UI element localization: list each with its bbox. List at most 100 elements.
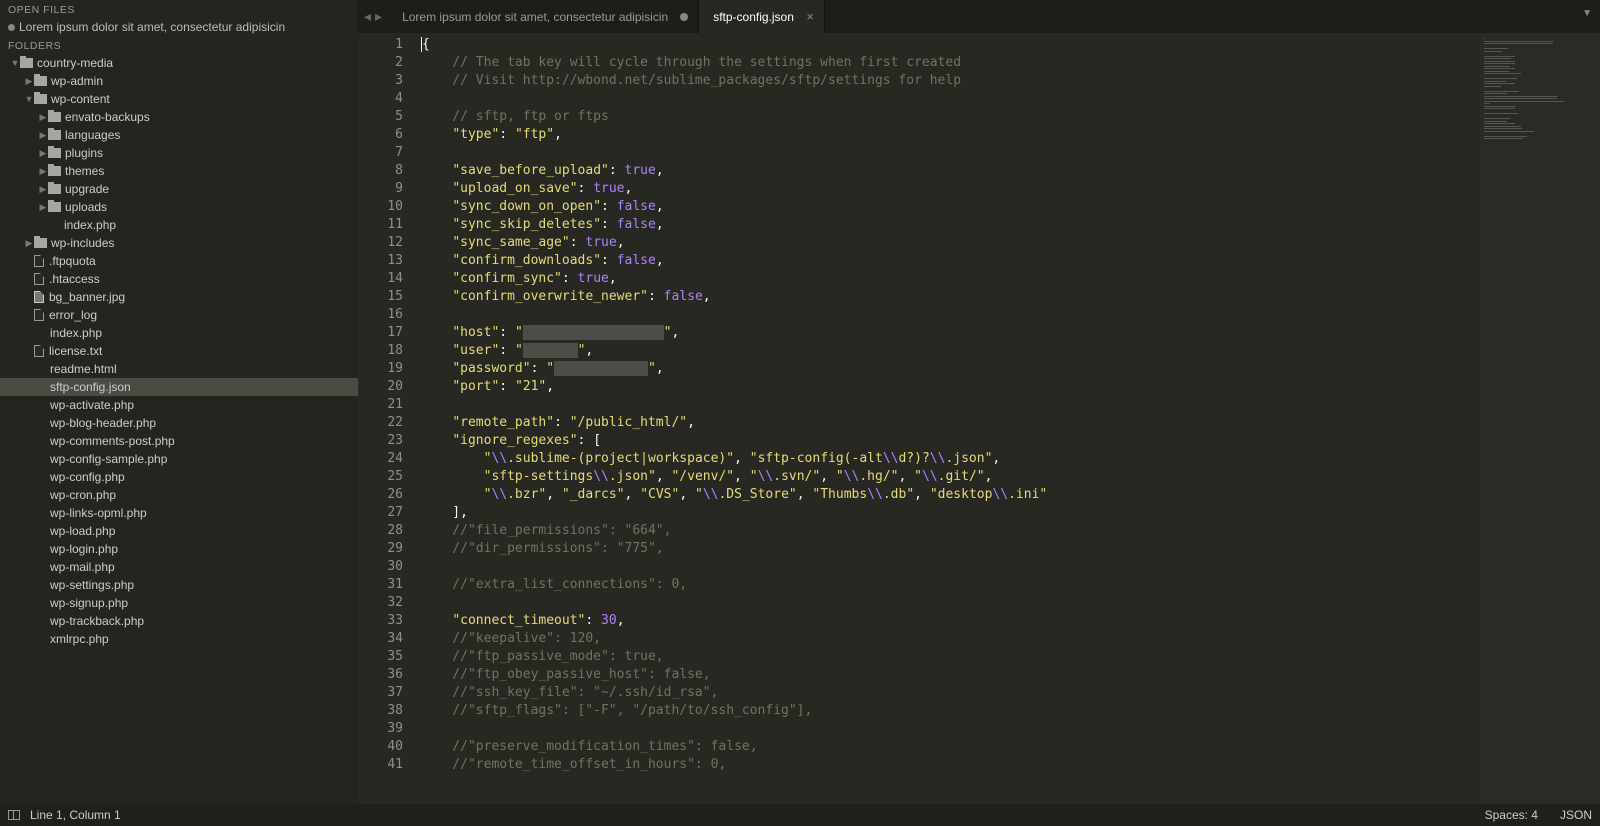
code-line[interactable]: "port": "21", <box>421 378 1480 396</box>
file-node[interactable]: index.php <box>0 216 358 234</box>
code-line[interactable]: "\\.bzr", "_darcs", "CVS", "\\.DS_Store"… <box>421 486 1480 504</box>
code-line[interactable]: //"keepalive": 120, <box>421 630 1480 648</box>
code-editor[interactable]: 1234567891011121314151617181920212223242… <box>358 33 1600 804</box>
code-line[interactable]: //"file_permissions": "664", <box>421 522 1480 540</box>
file-node[interactable]: wp-trackback.php <box>0 612 358 630</box>
file-node[interactable]: wp-config-sample.php <box>0 450 358 468</box>
code-line[interactable]: { <box>421 36 1480 54</box>
code-line[interactable]: "user": "xxxxxxx", <box>421 342 1480 360</box>
status-indent[interactable]: Spaces: 4 <box>1485 808 1538 822</box>
folder-tree[interactable]: ▼country-media▶wp-admin▼wp-content▶envat… <box>0 54 358 804</box>
code-line[interactable] <box>421 558 1480 576</box>
code-line[interactable]: "sync_skip_deletes": false, <box>421 216 1480 234</box>
code-line[interactable]: "\\.sublime-(project|workspace)", "sftp-… <box>421 450 1480 468</box>
code-line[interactable]: "password": "xxxxxxxxxxxx", <box>421 360 1480 378</box>
file-node[interactable]: bg_banner.jpg <box>0 288 358 306</box>
open-file-item[interactable]: Lorem ipsum dolor sit amet, consectetur … <box>0 18 358 36</box>
code-line[interactable] <box>421 720 1480 738</box>
code-line[interactable]: "save_before_upload": true, <box>421 162 1480 180</box>
code-line[interactable]: "upload_on_save": true, <box>421 180 1480 198</box>
file-node[interactable]: wp-login.php <box>0 540 358 558</box>
disclosure-icon[interactable]: ▶ <box>38 166 48 177</box>
code-line[interactable]: "sftp-settings\\.json", "/venv/", "\\.sv… <box>421 468 1480 486</box>
file-node[interactable]: wp-signup.php <box>0 594 358 612</box>
folder-node[interactable]: ▶upgrade <box>0 180 358 198</box>
code-line[interactable]: "confirm_downloads": false, <box>421 252 1480 270</box>
disclosure-icon[interactable]: ▶ <box>38 130 48 141</box>
folder-node[interactable]: ▶wp-includes <box>0 234 358 252</box>
status-syntax[interactable]: JSON <box>1560 808 1592 822</box>
disclosure-icon[interactable]: ▶ <box>38 202 48 213</box>
file-node[interactable]: wp-links-opml.php <box>0 504 358 522</box>
code-line[interactable]: "host": "xxxxxxxxxxxxxxxxxx", <box>421 324 1480 342</box>
file-node[interactable]: wp-comments-post.php <box>0 432 358 450</box>
folder-node[interactable]: ▶wp-admin <box>0 72 358 90</box>
code-line[interactable] <box>421 594 1480 612</box>
panel-switcher-icon[interactable] <box>8 810 20 820</box>
folder-node[interactable]: ▶plugins <box>0 144 358 162</box>
code-line[interactable]: //"ssh_key_file": "~/.ssh/id_rsa", <box>421 684 1480 702</box>
file-node[interactable]: sftp-config.json <box>0 378 358 396</box>
folder-node[interactable]: ▼wp-content <box>0 90 358 108</box>
file-node[interactable]: wp-activate.php <box>0 396 358 414</box>
tree-item-label: wp-config.php <box>50 470 125 484</box>
disclosure-icon[interactable]: ▼ <box>24 94 34 104</box>
code-line[interactable]: //"preserve_modification_times": false, <box>421 738 1480 756</box>
file-node[interactable]: index.php <box>0 324 358 342</box>
file-node[interactable]: license.txt <box>0 342 358 360</box>
code-line[interactable] <box>421 90 1480 108</box>
file-node[interactable]: wp-cron.php <box>0 486 358 504</box>
code-line[interactable]: "sync_down_on_open": false, <box>421 198 1480 216</box>
code-line[interactable]: //"extra_list_connections": 0, <box>421 576 1480 594</box>
folder-node[interactable]: ▶envato-backups <box>0 108 358 126</box>
code-line[interactable]: "ignore_regexes": [ <box>421 432 1480 450</box>
file-node[interactable]: readme.html <box>0 360 358 378</box>
close-icon[interactable]: × <box>806 9 814 24</box>
editor-tab[interactable]: Lorem ipsum dolor sit amet, consectetur … <box>388 0 699 33</box>
nav-forward-icon[interactable]: ▸ <box>375 8 382 25</box>
code-line[interactable]: "connect_timeout": 30, <box>421 612 1480 630</box>
code-line[interactable]: "sync_same_age": true, <box>421 234 1480 252</box>
disclosure-icon[interactable]: ▶ <box>38 148 48 159</box>
code-line[interactable]: //"remote_time_offset_in_hours": 0, <box>421 756 1480 774</box>
code-line[interactable]: //"ftp_passive_mode": true, <box>421 648 1480 666</box>
code-line[interactable] <box>421 306 1480 324</box>
code-line[interactable]: // The tab key will cycle through the se… <box>421 54 1480 72</box>
disclosure-icon[interactable]: ▶ <box>38 112 48 123</box>
code-line[interactable]: // Visit http://wbond.net/sublime_packag… <box>421 72 1480 90</box>
code-line[interactable]: ], <box>421 504 1480 522</box>
nav-back-icon[interactable]: ◂ <box>364 8 371 25</box>
folder-node[interactable]: ▶uploads <box>0 198 358 216</box>
code-line[interactable]: "remote_path": "/public_html/", <box>421 414 1480 432</box>
code-line[interactable]: "type": "ftp", <box>421 126 1480 144</box>
code-line[interactable]: // sftp, ftp or ftps <box>421 108 1480 126</box>
tab-dropdown-icon[interactable]: ▼ <box>1582 8 1592 19</box>
file-node[interactable]: wp-load.php <box>0 522 358 540</box>
code-line[interactable] <box>421 396 1480 414</box>
disclosure-icon[interactable]: ▶ <box>38 184 48 195</box>
editor-tab[interactable]: sftp-config.json× <box>699 0 825 33</box>
status-position[interactable]: Line 1, Column 1 <box>30 808 121 822</box>
file-node[interactable]: error_log <box>0 306 358 324</box>
code-line[interactable] <box>421 144 1480 162</box>
disclosure-icon[interactable]: ▼ <box>10 58 20 68</box>
file-node[interactable]: wp-settings.php <box>0 576 358 594</box>
folder-node[interactable]: ▼country-media <box>0 54 358 72</box>
disclosure-icon[interactable]: ▶ <box>24 76 34 87</box>
file-node[interactable]: .htaccess <box>0 270 358 288</box>
code-line[interactable]: //"sftp_flags": ["-F", "/path/to/ssh_con… <box>421 702 1480 720</box>
file-node[interactable]: wp-blog-header.php <box>0 414 358 432</box>
file-node[interactable]: wp-mail.php <box>0 558 358 576</box>
code-line[interactable]: //"ftp_obey_passive_host": false, <box>421 666 1480 684</box>
folder-node[interactable]: ▶languages <box>0 126 358 144</box>
minimap[interactable] <box>1480 33 1600 804</box>
file-node[interactable]: wp-config.php <box>0 468 358 486</box>
code-line[interactable]: "confirm_sync": true, <box>421 270 1480 288</box>
code-line[interactable]: "confirm_overwrite_newer": false, <box>421 288 1480 306</box>
code-line[interactable]: //"dir_permissions": "775", <box>421 540 1480 558</box>
code-area[interactable]: { // The tab key will cycle through the … <box>413 33 1480 804</box>
disclosure-icon[interactable]: ▶ <box>24 238 34 249</box>
folder-node[interactable]: ▶themes <box>0 162 358 180</box>
file-node[interactable]: .ftpquota <box>0 252 358 270</box>
file-node[interactable]: xmlrpc.php <box>0 630 358 648</box>
